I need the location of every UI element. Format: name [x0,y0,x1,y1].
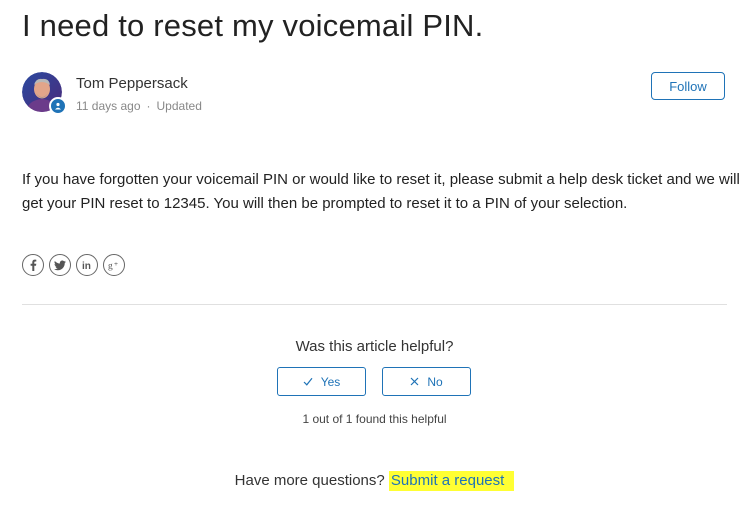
more-questions-label: Have more questions? [234,472,385,489]
vote-yes-button[interactable]: Yes [277,367,366,396]
vote-summary: 1 out of 1 found this helpful [302,412,447,426]
svg-text:in: in [82,261,91,271]
linkedin-icon[interactable]: in [76,254,98,276]
meta-separator: · [146,99,151,113]
close-icon [410,377,419,386]
vote-question: Was this article helpful? [295,338,454,355]
author-name[interactable]: Tom Peppersack [76,75,188,92]
svg-text:+: + [114,261,118,268]
article-meta: 11 days ago · Updated [76,99,202,113]
section-divider [22,304,727,305]
submit-request-link[interactable]: Submit a request [388,471,515,491]
article-page: I need to reset my voicemail PIN. Tom Pe… [0,0,749,510]
author-avatar[interactable] [22,72,67,115]
request-callout: Have more questions? Submit a request [0,471,749,491]
vote-yes-label: Yes [320,374,341,389]
article-body: If you have forgotten your voicemail PIN… [22,171,740,212]
vote-no-button[interactable]: No [382,367,471,396]
svg-text:g: g [108,261,113,271]
follow-button[interactable]: Follow [651,72,725,100]
updated-label: Updated [156,99,202,113]
vote-no-label: No [427,374,443,389]
twitter-icon[interactable] [49,254,71,276]
checkmark-icon [303,377,313,386]
share-buttons: in g + [22,254,125,276]
facebook-icon[interactable] [22,254,44,276]
article-title: I need to reset my voicemail PIN. [22,8,484,43]
agent-badge-icon [49,97,67,115]
google-plus-icon[interactable]: g + [103,254,125,276]
article-time-ago: 11 days ago [76,99,141,113]
